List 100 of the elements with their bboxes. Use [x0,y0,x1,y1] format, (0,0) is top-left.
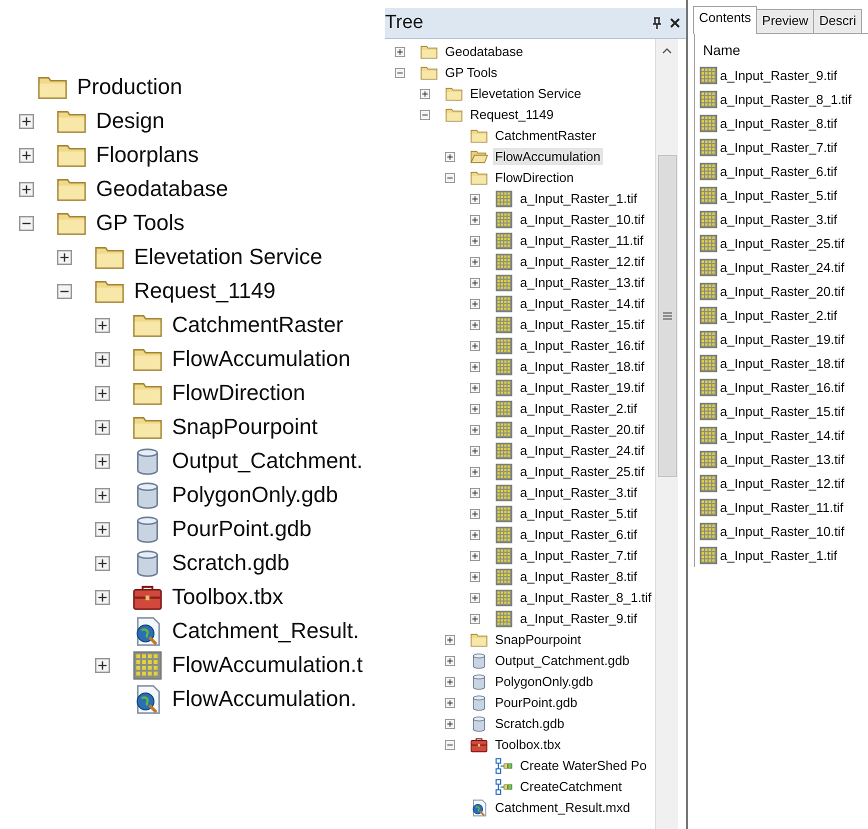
tree-item-label[interactable]: PolygonOnly.gdb [172,482,338,508]
expand-toggle[interactable] [470,572,480,582]
tree-item-label[interactable]: CatchmentRaster [172,312,344,338]
tree-item-label[interactable]: a_Input_Raster_15.tif [518,316,646,333]
tree-item-label[interactable]: a_Input_Raster_6.tif [518,526,640,543]
tree-item-label[interactable]: Geodatabase [96,176,228,202]
tree-item-label[interactable]: FlowAccumulation [493,148,602,165]
tree-item-label[interactable]: PourPoint.gdb [172,516,312,542]
tree-item-label[interactable]: a_Input_Raster_16.tif [518,337,646,354]
content-item-label[interactable]: a_Input_Raster_13.tif [720,452,844,466]
expand-toggle[interactable] [95,318,110,332]
expand-toggle[interactable] [470,362,480,372]
expand-toggle[interactable] [445,698,455,708]
tree-item-label[interactable]: a_Input_Raster_20.tif [518,421,646,438]
expand-toggle[interactable] [470,550,480,560]
expand-toggle[interactable] [95,590,110,604]
tree-item-label[interactable]: a_Input_Raster_1.tif [518,190,640,207]
expand-toggle[interactable] [470,214,480,224]
tree-item-label[interactable]: a_Input_Raster_25.tif [518,463,646,480]
content-item-label[interactable]: a_Input_Raster_24.tif [720,260,844,274]
content-item-label[interactable]: a_Input_Raster_8_1.tif [720,92,852,106]
expand-toggle[interactable] [470,488,480,498]
tab[interactable]: Contents [693,6,758,34]
expand-toggle[interactable] [470,298,480,308]
tree-item-label[interactable]: FlowAccumulation. [172,686,357,712]
collapse-toggle[interactable] [445,740,455,750]
expand-toggle[interactable] [470,508,480,518]
expand-toggle[interactable] [470,278,480,288]
tree-item-label[interactable]: Request_1149 [468,106,556,123]
expand-toggle[interactable] [470,256,480,266]
expand-toggle[interactable] [470,446,480,456]
expand-toggle[interactable] [445,718,455,728]
tree-item-label[interactable]: CreateCatchment [518,778,624,795]
tree-item-label[interactable]: GP Tools [96,210,184,236]
content-item-label[interactable]: a_Input_Raster_20.tif [720,284,844,298]
tab[interactable]: Preview [756,9,814,33]
expand-toggle[interactable] [395,46,405,56]
tree-item-label[interactable]: a_Input_Raster_10.tif [518,211,646,228]
tree-item-label[interactable]: a_Input_Raster_14.tif [518,295,646,312]
tree-item-label[interactable]: a_Input_Raster_5.tif [518,505,640,522]
tree-item-label[interactable]: a_Input_Raster_12.tif [518,253,646,270]
expand-toggle[interactable] [470,466,480,476]
tree-item-label[interactable]: Toolbox.tbx [493,736,563,753]
tree-item-label[interactable]: Scratch.gdb [172,550,290,576]
expand-toggle[interactable] [445,656,455,666]
tree-item-label[interactable]: a_Input_Raster_3.tif [518,484,640,501]
tree-item-label[interactable]: a_Input_Raster_11.tif [518,232,646,249]
tree-item-label[interactable]: a_Input_Raster_8_1.tif [518,589,654,606]
expand-toggle[interactable] [95,522,110,536]
close-icon[interactable] [670,18,680,28]
pin-icon[interactable] [652,17,662,29]
tree-item-label[interactable]: Production [77,74,182,100]
scrollbar-thumb[interactable] [658,155,676,477]
tree-item-label[interactable]: FlowAccumulation [172,346,351,372]
expand-toggle[interactable] [470,236,480,246]
expand-toggle[interactable] [19,114,34,128]
expand-toggle[interactable] [470,194,480,204]
tree-item-label[interactable]: SnapPourpoint [493,631,584,648]
content-item-label[interactable]: a_Input_Raster_14.tif [720,428,844,442]
expand-toggle[interactable] [95,454,110,468]
content-item-label[interactable]: a_Input_Raster_5.tif [720,188,838,202]
tree-item-label[interactable]: Output_Catchment.gdb [493,652,632,669]
expand-toggle[interactable] [95,658,110,672]
tree-item-label[interactable]: CatchmentRaster [493,127,598,144]
tree-item-label[interactable]: PolygonOnly.gdb [493,673,596,690]
content-item-label[interactable]: a_Input_Raster_10.tif [720,524,844,538]
tree-item-label[interactable]: Design [96,108,164,134]
expand-toggle[interactable] [470,340,480,350]
tree-item-label[interactable]: Create WaterShed Po [518,757,649,774]
tree-item-label[interactable]: FlowDirection [172,380,306,406]
tree-item-label[interactable]: a_Input_Raster_13.tif [518,274,646,291]
tree-item-label[interactable]: a_Input_Raster_2.tif [518,400,640,417]
scroll-up-icon[interactable] [662,47,672,55]
content-item-label[interactable]: a_Input_Raster_19.tif [720,332,844,346]
expand-toggle[interactable] [470,424,480,434]
tree-item-label[interactable]: Elevetation Service [134,244,322,270]
tree-item-label[interactable]: a_Input_Raster_7.tif [518,547,640,564]
content-item-label[interactable]: a_Input_Raster_8.tif [720,116,838,130]
tree-item-label[interactable]: Catchment_Result. [172,618,360,644]
expand-toggle[interactable] [95,556,110,570]
content-item-label[interactable]: a_Input_Raster_9.tif [720,68,838,82]
name-column-header[interactable]: Name [699,40,868,63]
content-item-label[interactable]: a_Input_Raster_3.tif [720,212,838,226]
tree-item-label[interactable]: PourPoint.gdb [493,694,580,711]
content-item-label[interactable]: a_Input_Raster_16.tif [720,380,844,394]
expand-toggle[interactable] [95,386,110,400]
expand-toggle[interactable] [95,488,110,502]
content-item-label[interactable]: a_Input_Raster_18.tif [720,356,844,370]
collapse-toggle[interactable] [395,68,405,78]
tree-item-label[interactable]: Geodatabase [443,43,526,60]
tree-item-label[interactable]: Elevetation Service [468,85,584,102]
collapse-toggle[interactable] [420,110,430,120]
tree-item-label[interactable]: Catchment_Result.mxd [493,799,632,816]
tree-item-label[interactable]: a_Input_Raster_19.tif [518,379,646,396]
collapse-toggle[interactable] [19,216,34,230]
tree-item-label[interactable]: a_Input_Raster_18.tif [518,358,646,375]
tree-item-label[interactable]: FlowAccumulation.t [172,652,363,678]
expand-toggle[interactable] [470,614,480,624]
vertical-scrollbar[interactable] [655,39,678,829]
expand-toggle[interactable] [470,382,480,392]
